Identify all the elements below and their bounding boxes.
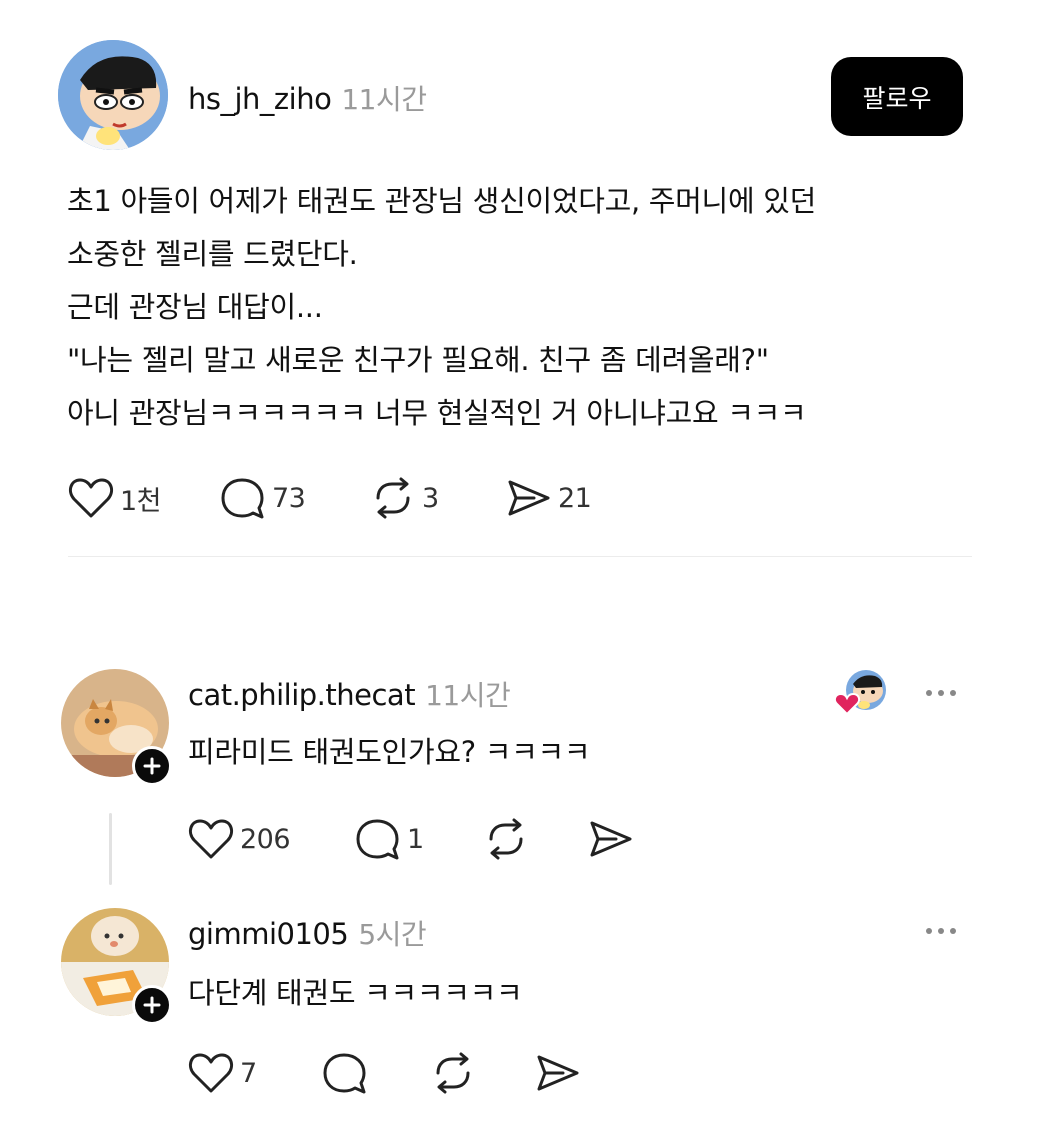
post-line: "나는 젤리 말고 새로운 친구가 필요해. 친구 좀 데려올래?"	[67, 343, 769, 377]
divider	[68, 556, 972, 557]
comment-button[interactable]: 1	[355, 817, 424, 861]
more-icon	[926, 928, 932, 934]
author-liked-indicator	[834, 670, 890, 718]
post-line: 근데 관장님 대답이...	[67, 290, 323, 324]
repost-icon	[376, 477, 410, 519]
more-options-button[interactable]	[926, 926, 956, 936]
post-line: 초1 아들이 어제가 태권도 관장님 생신이었다고, 주머니에 있던	[67, 184, 816, 218]
repost-button[interactable]	[483, 817, 529, 861]
repost-button[interactable]	[430, 1051, 476, 1095]
plus-icon	[143, 996, 161, 1014]
more-options-button[interactable]	[926, 688, 956, 698]
liked-heart-icon	[834, 692, 860, 716]
repost-count: 3	[422, 482, 439, 514]
post-line: 아니 관장님ㅋㅋㅋㅋㅋㅋ 너무 현실적인 거 아니냐고요 ㅋㅋㅋ	[67, 396, 807, 430]
like-button[interactable]: 1천	[68, 476, 162, 520]
comment-button[interactable]	[322, 1051, 368, 1095]
post-body: 초1 아들이 어제가 태권도 관장님 생신이었다고, 주머니에 있던 소중한 젤…	[67, 175, 816, 440]
repost-button[interactable]: 3	[370, 476, 439, 520]
share-icon	[537, 1055, 579, 1091]
follow-plus-badge[interactable]	[132, 746, 172, 786]
follow-plus-badge[interactable]	[132, 985, 172, 1025]
follow-button[interactable]: 팔로우	[831, 57, 963, 136]
post-time: 11시간	[341, 83, 427, 116]
share-icon	[508, 480, 550, 516]
comment-icon	[356, 819, 399, 860]
comment-icon	[323, 1053, 366, 1094]
like-count: 7	[240, 1057, 257, 1089]
share-button[interactable]: 21	[506, 476, 592, 520]
share-count: 21	[558, 482, 592, 514]
commenter-username[interactable]: gimmi0105	[188, 917, 349, 951]
heart-icon	[68, 478, 114, 518]
author-username[interactable]: hs_jh_ziho	[188, 82, 332, 116]
heart-icon	[188, 819, 234, 859]
thread-line	[109, 813, 112, 885]
commenter-username[interactable]: cat.philip.thecat	[188, 678, 416, 712]
plus-icon	[143, 757, 161, 775]
post-header: hs_jh_ziho 11시간	[188, 78, 427, 118]
comment-time: 5시간	[358, 918, 427, 951]
repost-icon	[489, 818, 523, 860]
comment-button[interactable]: 73	[220, 476, 306, 520]
comment-time: 11시간	[425, 679, 511, 712]
comment-count: 73	[272, 482, 306, 514]
like-button[interactable]: 7	[188, 1051, 257, 1095]
comment-count: 1	[407, 823, 424, 855]
author-avatar[interactable]	[58, 40, 168, 150]
comment-header: gimmi0105 5시간	[188, 913, 427, 953]
share-button[interactable]	[535, 1051, 581, 1095]
post-line: 소중한 젤리를 드렸단다.	[67, 237, 358, 271]
more-icon	[926, 690, 932, 696]
comment-text: 다단계 태권도 ㅋㅋㅋㅋㅋㅋ	[188, 976, 523, 1010]
like-count: 1천	[120, 485, 162, 517]
like-count: 206	[240, 823, 291, 855]
comment-text: 피라미드 태권도인가요? ㅋㅋㅋㅋ	[188, 735, 591, 769]
share-icon	[590, 821, 632, 857]
comment-header: cat.philip.thecat 11시간	[188, 674, 511, 714]
like-button[interactable]: 206	[188, 817, 291, 861]
heart-icon	[188, 1053, 234, 1093]
repost-icon	[436, 1052, 470, 1094]
comment-icon	[221, 478, 264, 519]
avatar-cartoon-image	[58, 40, 168, 150]
share-button[interactable]	[588, 817, 634, 861]
